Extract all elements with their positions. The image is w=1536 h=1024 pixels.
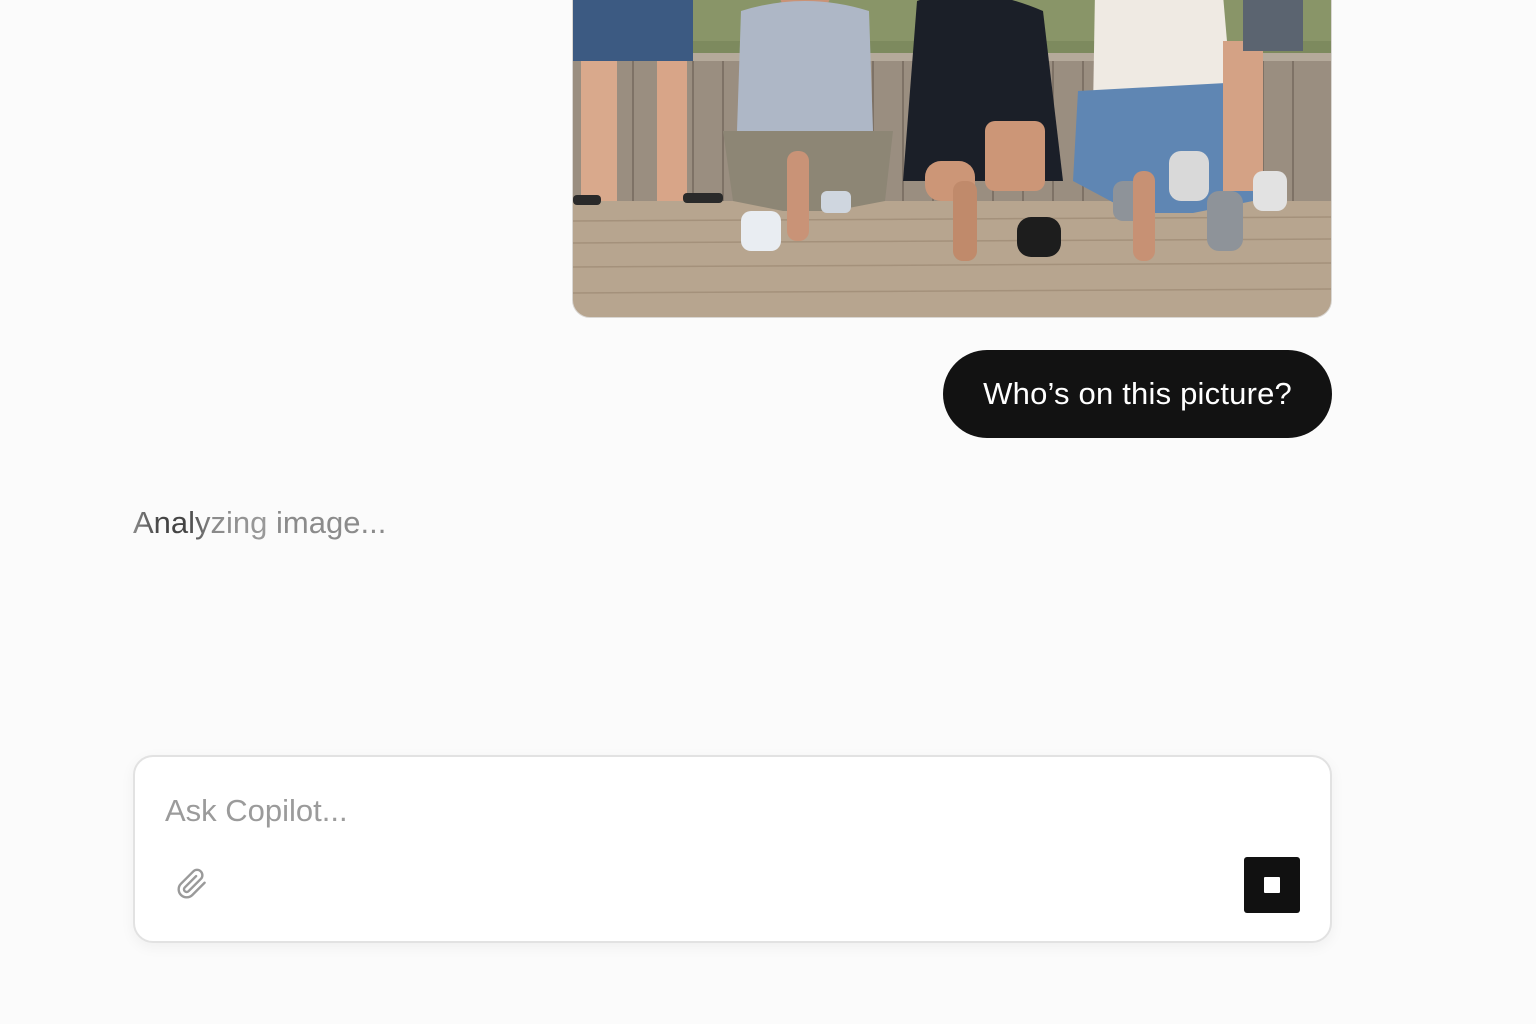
attach-button[interactable] — [171, 865, 213, 907]
stop-icon — [1264, 877, 1280, 893]
attached-photo[interactable] — [572, 0, 1332, 318]
user-message-bubble: Who’s on this picture? — [943, 350, 1332, 438]
assistant-status-rest: image... — [267, 505, 387, 540]
user-message-text: Who’s on this picture? — [983, 376, 1292, 411]
message-composer — [133, 755, 1332, 943]
ask-copilot-input[interactable] — [165, 787, 1215, 835]
assistant-status-lead: Analyzing — [133, 505, 268, 540]
assistant-status: Analyzing image... — [133, 505, 386, 541]
chat-page: Who’s on this picture? Analyzing image..… — [0, 0, 1536, 1024]
paperclip-icon — [176, 868, 208, 905]
stop-generating-button[interactable] — [1244, 857, 1300, 913]
